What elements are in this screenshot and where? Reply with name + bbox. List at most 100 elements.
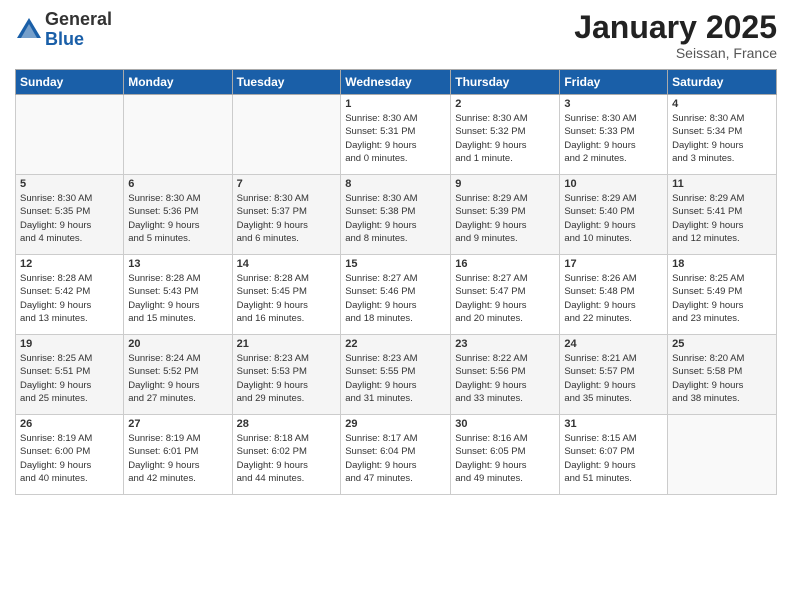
day-info: Sunrise: 8:30 AM Sunset: 5:34 PM Dayligh…	[672, 112, 772, 165]
calendar-cell: 13 Sunrise: 8:28 AM Sunset: 5:43 PM Dayli…	[124, 255, 232, 335]
day-info: Sunrise: 8:17 AM Sunset: 6:04 PM Dayligh…	[345, 432, 446, 485]
day-number: 26	[20, 418, 119, 430]
calendar-cell: 15Sunrise: 8:27 AM Sunset: 5:46 PM Dayli…	[341, 255, 451, 335]
day-info: Sunrise: 8:19 AM Sunset: 6:00 PM Dayligh…	[20, 432, 119, 485]
day-info: Sunrise: 8:15 AM Sunset: 6:07 PM Dayligh…	[564, 432, 663, 485]
day-number: 14	[237, 258, 337, 270]
day-number: 13	[128, 258, 227, 270]
day-info: Sunrise: 8:16 AM Sunset: 6:05 PM Dayligh…	[455, 432, 555, 485]
col-friday: Friday	[560, 70, 668, 95]
day-info: Sunrise: 8:30 AM Sunset: 5:31 PM Dayligh…	[345, 112, 446, 165]
day-info: Sunrise: 8:19 AM Sunset: 6:01 PM Dayligh…	[128, 432, 227, 485]
day-info: Sunrise: 8:26 AM Sunset: 5:48 PM Dayligh…	[564, 272, 663, 325]
calendar-cell: 8 Sunrise: 8:30 AM Sunset: 5:38 PM Daylig…	[341, 175, 451, 255]
day-number: 9	[455, 178, 555, 190]
logo-text: General Blue	[45, 10, 112, 50]
day-number: 11	[672, 178, 772, 190]
day-info: Sunrise: 8:25 AM Sunset: 5:51 PM Dayligh…	[20, 352, 119, 405]
calendar-cell: 11 Sunrise: 8:29 AM Sunset: 5:41 PM Dayli…	[668, 175, 777, 255]
logo-icon	[15, 16, 43, 44]
col-sunday: Sunday	[16, 70, 124, 95]
col-monday: Monday	[124, 70, 232, 95]
day-info: Sunrise: 8:30 AM Sunset: 5:36 PM Dayligh…	[128, 192, 227, 245]
day-number: 10	[564, 178, 663, 190]
calendar-cell: 26 Sunrise: 8:19 AM Sunset: 6:00 PM Dayli…	[16, 415, 124, 495]
calendar-cell: 16Sunrise: 8:27 AM Sunset: 5:47 PM Dayli…	[451, 255, 560, 335]
day-number: 20	[128, 338, 227, 350]
calendar-cell: 28Sunrise: 8:18 AM Sunset: 6:02 PM Dayli…	[232, 415, 341, 495]
calendar-cell: 10 Sunrise: 8:29 AM Sunset: 5:40 PM Dayli…	[560, 175, 668, 255]
calendar-cell: 17 Sunrise: 8:26 AM Sunset: 5:48 PM Dayli…	[560, 255, 668, 335]
calendar-cell: 21 Sunrise: 8:23 AM Sunset: 5:53 PM Dayli…	[232, 335, 341, 415]
calendar-cell: 14 Sunrise: 8:28 AM Sunset: 5:45 PM Dayli…	[232, 255, 341, 335]
calendar-cell: 24Sunrise: 8:21 AM Sunset: 5:57 PM Dayli…	[560, 335, 668, 415]
day-info: Sunrise: 8:30 AM Sunset: 5:33 PM Dayligh…	[564, 112, 663, 165]
calendar-cell: 19 Sunrise: 8:25 AM Sunset: 5:51 PM Dayli…	[16, 335, 124, 415]
calendar-cell: 1 Sunrise: 8:30 AM Sunset: 5:31 PM Daylig…	[341, 95, 451, 175]
calendar-cell: 7Sunrise: 8:30 AM Sunset: 5:37 PM Daylig…	[232, 175, 341, 255]
day-number: 19	[20, 338, 119, 350]
header-row: Sunday Monday Tuesday Wednesday Thursday…	[16, 70, 777, 95]
day-info: Sunrise: 8:30 AM Sunset: 5:35 PM Dayligh…	[20, 192, 119, 245]
day-number: 1	[345, 98, 446, 110]
page-container: General Blue January 2025 Seissan, Franc…	[0, 0, 792, 505]
calendar-week-4: 26 Sunrise: 8:19 AM Sunset: 6:00 PM Dayli…	[16, 415, 777, 495]
calendar-cell: 18 Sunrise: 8:25 AM Sunset: 5:49 PM Dayli…	[668, 255, 777, 335]
day-info: Sunrise: 8:30 AM Sunset: 5:37 PM Dayligh…	[237, 192, 337, 245]
day-number: 21	[237, 338, 337, 350]
day-info: Sunrise: 8:28 AM Sunset: 5:45 PM Dayligh…	[237, 272, 337, 325]
day-number: 17	[564, 258, 663, 270]
day-number: 8	[345, 178, 446, 190]
day-number: 2	[455, 98, 555, 110]
calendar-body: 1 Sunrise: 8:30 AM Sunset: 5:31 PM Daylig…	[16, 95, 777, 495]
day-number: 4	[672, 98, 772, 110]
calendar-cell: 27 Sunrise: 8:19 AM Sunset: 6:01 PM Dayli…	[124, 415, 232, 495]
calendar-cell: 9Sunrise: 8:29 AM Sunset: 5:39 PM Daylig…	[451, 175, 560, 255]
day-number: 27	[128, 418, 227, 430]
calendar-cell	[668, 415, 777, 495]
day-number: 18	[672, 258, 772, 270]
logo: General Blue	[15, 10, 112, 50]
calendar-cell: 31 Sunrise: 8:15 AM Sunset: 6:07 PM Dayli…	[560, 415, 668, 495]
calendar-cell: 30 Sunrise: 8:16 AM Sunset: 6:05 PM Dayli…	[451, 415, 560, 495]
calendar-cell: 29 Sunrise: 8:17 AM Sunset: 6:04 PM Dayli…	[341, 415, 451, 495]
day-info: Sunrise: 8:23 AM Sunset: 5:53 PM Dayligh…	[237, 352, 337, 405]
day-info: Sunrise: 8:25 AM Sunset: 5:49 PM Dayligh…	[672, 272, 772, 325]
day-info: Sunrise: 8:22 AM Sunset: 5:56 PM Dayligh…	[455, 352, 555, 405]
day-info: Sunrise: 8:29 AM Sunset: 5:41 PM Dayligh…	[672, 192, 772, 245]
day-number: 29	[345, 418, 446, 430]
header: General Blue January 2025 Seissan, Franc…	[15, 10, 777, 61]
day-info: Sunrise: 8:27 AM Sunset: 5:47 PM Dayligh…	[455, 272, 555, 325]
day-number: 31	[564, 418, 663, 430]
day-number: 30	[455, 418, 555, 430]
day-number: 28	[237, 418, 337, 430]
day-number: 23	[455, 338, 555, 350]
day-number: 6	[128, 178, 227, 190]
day-number: 5	[20, 178, 119, 190]
day-number: 24	[564, 338, 663, 350]
calendar-header: Sunday Monday Tuesday Wednesday Thursday…	[16, 70, 777, 95]
day-info: Sunrise: 8:20 AM Sunset: 5:58 PM Dayligh…	[672, 352, 772, 405]
calendar-cell: 20Sunrise: 8:24 AM Sunset: 5:52 PM Dayli…	[124, 335, 232, 415]
title-area: January 2025 Seissan, France	[574, 10, 777, 61]
day-info: Sunrise: 8:29 AM Sunset: 5:40 PM Dayligh…	[564, 192, 663, 245]
calendar-week-3: 19 Sunrise: 8:25 AM Sunset: 5:51 PM Dayli…	[16, 335, 777, 415]
day-number: 3	[564, 98, 663, 110]
month-title: January 2025	[574, 10, 777, 45]
calendar-cell	[232, 95, 341, 175]
calendar-cell: 25 Sunrise: 8:20 AM Sunset: 5:58 PM Dayli…	[668, 335, 777, 415]
col-thursday: Thursday	[451, 70, 560, 95]
day-number: 12	[20, 258, 119, 270]
calendar-cell	[16, 95, 124, 175]
location-subtitle: Seissan, France	[574, 45, 777, 61]
day-info: Sunrise: 8:28 AM Sunset: 5:43 PM Dayligh…	[128, 272, 227, 325]
calendar-cell: 5 Sunrise: 8:30 AM Sunset: 5:35 PM Daylig…	[16, 175, 124, 255]
day-info: Sunrise: 8:30 AM Sunset: 5:32 PM Dayligh…	[455, 112, 555, 165]
logo-general-text: General	[45, 10, 112, 30]
day-info: Sunrise: 8:30 AM Sunset: 5:38 PM Dayligh…	[345, 192, 446, 245]
calendar-cell: 2 Sunrise: 8:30 AM Sunset: 5:32 PM Daylig…	[451, 95, 560, 175]
calendar-cell	[124, 95, 232, 175]
day-number: 25	[672, 338, 772, 350]
calendar-cell: 12Sunrise: 8:28 AM Sunset: 5:42 PM Dayli…	[16, 255, 124, 335]
day-number: 15	[345, 258, 446, 270]
